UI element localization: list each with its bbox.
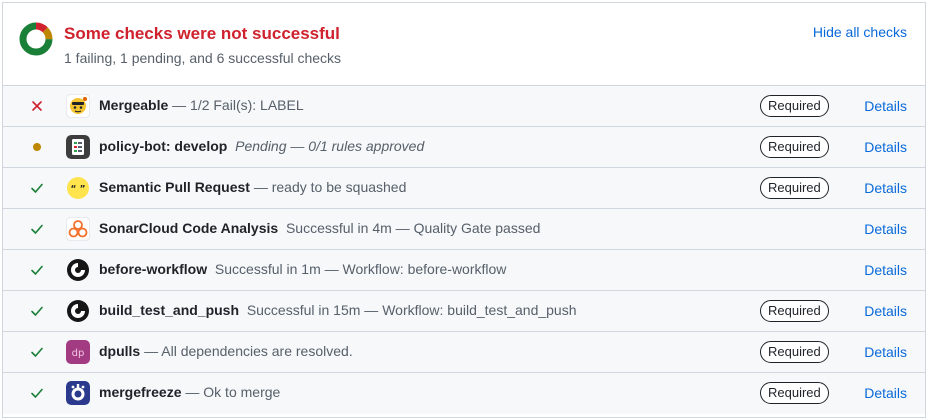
success-check-icon xyxy=(29,385,45,401)
required-badge: Required xyxy=(760,300,829,322)
check-name: build_test_and_push xyxy=(99,302,240,318)
checks-list: Mergeable — 1/2 Fail(s): LABEL Required De… xyxy=(3,86,925,414)
check-row: “ ” Semantic Pull Request — ready to be s… xyxy=(3,168,925,209)
mergeable-bot-icon xyxy=(66,94,90,118)
check-name: dpulls xyxy=(99,343,141,359)
circleci-icon xyxy=(66,258,90,282)
check-description: Successful in 15m — Workflow: build_test… xyxy=(246,302,577,318)
check-text: SonarCloud Code Analysis Successful in 4… xyxy=(99,220,540,236)
check-text: dpulls — All dependencies are resolved. xyxy=(99,343,353,359)
mergefreeze-icon xyxy=(66,381,90,405)
checks-summary-subtitle: 1 failing, 1 pending, and 6 successful c… xyxy=(64,50,342,66)
check-text: build_test_and_push Successful in 15m — … xyxy=(99,302,577,318)
check-separator: — xyxy=(181,384,204,400)
success-check-icon xyxy=(29,262,45,278)
details-link[interactable]: Details xyxy=(864,262,907,278)
details-link[interactable]: Details xyxy=(864,303,907,319)
required-badge: Required xyxy=(760,341,829,363)
sonarcloud-icon xyxy=(66,217,90,241)
check-text: Mergeable — 1/2 Fail(s): LABEL xyxy=(99,97,304,113)
svg-text:dp: dp xyxy=(72,348,85,359)
check-row: SonarCloud Code Analysis Successful in 4… xyxy=(3,209,925,250)
details-link[interactable]: Details xyxy=(864,139,907,155)
check-text: before-workflow Successful in 1m — Workf… xyxy=(99,261,506,277)
required-badge: Required xyxy=(760,136,829,158)
check-description: Ok to merge xyxy=(203,384,281,400)
hide-all-checks-link[interactable]: Hide all checks xyxy=(813,24,907,40)
required-badge: Required xyxy=(760,177,829,199)
check-name: Mergeable xyxy=(99,97,169,113)
check-name: Semantic Pull Request xyxy=(99,179,250,195)
check-name: mergefreeze xyxy=(99,384,182,400)
check-row: mergefreeze — Ok to merge Required Details xyxy=(3,373,925,414)
details-link[interactable]: Details xyxy=(864,180,907,196)
checks-status-donut-icon xyxy=(19,22,53,56)
success-check-icon xyxy=(29,221,45,237)
check-description: All dependencies are resolved. xyxy=(161,343,353,359)
required-badge: Required xyxy=(760,382,829,404)
failure-x-icon xyxy=(29,98,45,114)
check-name: SonarCloud Code Analysis xyxy=(99,220,279,236)
check-row: policy-bot: develop Pending — 0/1 rules … xyxy=(3,127,925,168)
check-text: Semantic Pull Request — ready to be squa… xyxy=(99,179,406,195)
check-name: policy-bot: develop xyxy=(99,138,228,154)
check-row: build_test_and_push Successful in 15m — … xyxy=(3,291,925,332)
quote-bubble-icon: “ ” xyxy=(66,176,90,200)
details-link[interactable]: Details xyxy=(864,98,907,114)
check-text: mergefreeze — Ok to merge xyxy=(99,384,280,400)
pending-dot-icon xyxy=(29,139,45,155)
check-row: before-workflow Successful in 1m — Workf… xyxy=(3,250,925,291)
check-separator xyxy=(207,261,215,277)
success-check-icon xyxy=(29,344,45,360)
svg-text:“ ”: “ ” xyxy=(71,185,86,195)
check-separator xyxy=(239,302,247,318)
check-description: ready to be squashed xyxy=(271,179,407,195)
check-text: policy-bot: develop Pending — 0/1 rules … xyxy=(99,138,424,154)
policy-bot-icon xyxy=(66,135,90,159)
details-link[interactable]: Details xyxy=(864,221,907,237)
check-description: Successful in 1m — Workflow: before-work… xyxy=(214,261,507,277)
check-separator xyxy=(278,220,286,236)
check-row: Mergeable — 1/2 Fail(s): LABEL Required De… xyxy=(3,86,925,127)
check-separator: — xyxy=(168,97,191,113)
details-link[interactable]: Details xyxy=(864,385,907,401)
check-description: Pending — 0/1 rules approved xyxy=(235,138,425,154)
success-check-icon xyxy=(29,180,45,196)
check-description: Successful in 4m — Quality Gate passed xyxy=(285,220,541,236)
checks-summary-title: Some checks were not successful xyxy=(64,24,340,43)
details-link[interactable]: Details xyxy=(864,344,907,360)
check-description: 1/2 Fail(s): LABEL xyxy=(190,97,304,113)
success-check-icon xyxy=(29,303,45,319)
check-row: dp dpulls — All dependencies are resolved… xyxy=(3,332,925,373)
checks-panel: Some checks were not successful 1 failin… xyxy=(2,2,926,418)
dpulls-icon: dp xyxy=(66,340,90,364)
check-name: before-workflow xyxy=(99,261,208,277)
check-separator: — xyxy=(140,343,162,359)
checks-summary-header: Some checks were not successful 1 failin… xyxy=(3,3,925,86)
check-separator: — xyxy=(249,179,272,195)
required-badge: Required xyxy=(760,95,829,117)
circleci-icon xyxy=(66,299,90,323)
check-separator xyxy=(227,138,235,154)
